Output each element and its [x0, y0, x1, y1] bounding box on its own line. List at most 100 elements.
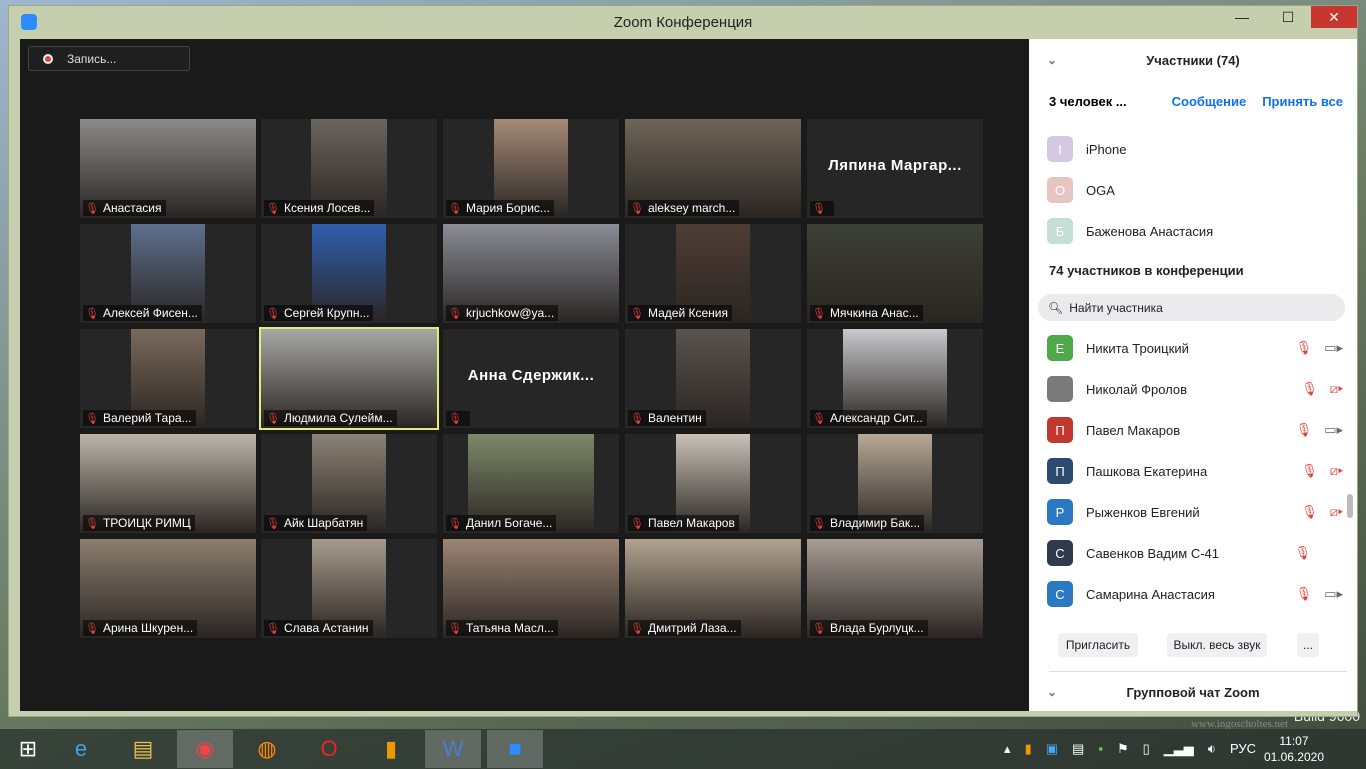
mic-muted-icon[interactable]: 🎙︎: [1301, 504, 1318, 520]
mic-muted-icon: 🎙︎: [630, 622, 644, 635]
chat-title[interactable]: Групповой чат Zoom: [1126, 685, 1259, 700]
participant-row[interactable]: Николай Фролов 🎙︎ ⧄▸: [1047, 375, 1343, 403]
video-tile[interactable]: 🎙︎ Слава Астанин: [261, 539, 437, 638]
volume-icon[interactable]: 🔉︎: [1208, 741, 1216, 757]
video-tile[interactable]: 🎙︎ aleksey march...: [625, 119, 801, 218]
more-button[interactable]: ...: [1297, 633, 1319, 657]
tile-name-label: 🎙︎ Валерий Тара...: [83, 410, 196, 426]
language-indicator[interactable]: РУС: [1230, 741, 1256, 757]
tray-translate-icon[interactable]: ▣: [1046, 741, 1058, 757]
participant-row[interactable]: П Павел Макаров 🎙︎ ▭▸: [1047, 416, 1343, 444]
avatar: Р: [1047, 499, 1073, 525]
mute-all-button[interactable]: Выкл. весь звук: [1167, 633, 1267, 657]
mic-muted-icon[interactable]: 🎙︎: [1294, 545, 1311, 561]
tile-name-label: 🎙︎ Арина Шкурен...: [83, 620, 198, 636]
zoom-taskbar-icon[interactable]: ■: [487, 730, 543, 768]
video-tile[interactable]: 🎙︎ Данил Богаче...: [443, 434, 619, 533]
admit-all-link[interactable]: Принять все: [1262, 94, 1343, 109]
participant-name: Мячкина Анас...: [829, 306, 919, 320]
signal-icon[interactable]: ▁▃▅: [1164, 741, 1194, 757]
video-tile[interactable]: 🎙︎ Павел Макаров: [625, 434, 801, 533]
video-off-icon[interactable]: ⧄▸: [1330, 381, 1343, 397]
start-button[interactable]: ⊞: [0, 730, 56, 768]
mic-muted-icon[interactable]: 🎙︎: [1296, 422, 1313, 438]
video-tile[interactable]: Ляпина Маргар... 🎙︎: [807, 119, 983, 218]
participant-name: Айк Шарбатян: [283, 516, 364, 530]
video-tile[interactable]: 🎙︎ Дмитрий Лаза...: [625, 539, 801, 638]
video-tile[interactable]: 🎙︎ Ксения Лосев...: [261, 119, 437, 218]
video-tile[interactable]: 🎙︎ krjuchkow@ya...: [443, 224, 619, 323]
video-tile[interactable]: 🎙︎ Александр Сит...: [807, 329, 983, 428]
mic-muted-icon[interactable]: 🎙︎: [1296, 586, 1313, 602]
participant-row[interactable]: С Савенков Вадим С-41 🎙︎: [1047, 539, 1343, 567]
video-on-icon[interactable]: ▭▸: [1324, 340, 1343, 356]
message-link[interactable]: Сообщение: [1172, 94, 1247, 109]
ie-icon[interactable]: e: [53, 730, 109, 768]
participant-name: Александр Сит...: [829, 411, 923, 425]
tile-name-label: 🎙︎ Ксения Лосев...: [264, 200, 375, 216]
waiting-participant[interactable]: IiPhone: [1047, 135, 1343, 163]
video-tile[interactable]: 🎙︎ Мадей Ксения: [625, 224, 801, 323]
avatar: П: [1047, 458, 1073, 484]
video-tile[interactable]: 🎙︎ Мария Борис...: [443, 119, 619, 218]
waiting-participant[interactable]: O OGA: [1047, 176, 1343, 204]
participant-name: Мадей Ксения: [647, 306, 728, 320]
recording-indicator[interactable]: Запись...: [28, 46, 190, 71]
mic-muted-icon[interactable]: 🎙︎: [1301, 381, 1318, 397]
video-tile[interactable]: 🎙︎ Анастасия: [80, 119, 256, 218]
tile-name-label: 🎙︎ Сергей Крупн...: [264, 305, 374, 321]
nvidia-icon[interactable]: ▪: [1098, 741, 1103, 757]
video-off-icon[interactable]: ⧄▸: [1330, 504, 1343, 520]
video-tile[interactable]: 🎙︎ Алексей Фисен...: [80, 224, 256, 323]
participant-name: Николай Фролов: [1086, 381, 1188, 397]
close-button[interactable]: ✕: [1311, 6, 1357, 28]
opera-icon[interactable]: O: [301, 730, 357, 768]
tray-app-icon[interactable]: ▮: [1025, 741, 1032, 757]
video-tile[interactable]: 🎙︎ Владимир Бак...: [807, 434, 983, 533]
title-bar[interactable]: Zoom Конференция — ☐ ✕: [9, 6, 1357, 38]
tray-grid-icon[interactable]: ▤: [1072, 741, 1084, 757]
mic-muted-icon[interactable]: 🎙︎: [1296, 340, 1313, 356]
participant-row[interactable]: С Самарина Анастасия 🎙︎ ▭▸: [1047, 580, 1343, 608]
video-on-icon[interactable]: ▭▸: [1324, 422, 1343, 438]
video-tile[interactable]: 🎙︎ Айк Шарбатян: [261, 434, 437, 533]
participant-row[interactable]: E Никита Троицкий 🎙︎ ▭▸: [1047, 334, 1343, 362]
video-tile[interactable]: 🎙︎ Валентин: [625, 329, 801, 428]
battery-icon[interactable]: ▯: [1143, 741, 1150, 757]
video-tile[interactable]: 🎙︎ ТРОИЦК РИМЦ: [80, 434, 256, 533]
chat-chevron-icon[interactable]: ⌄: [1047, 685, 1057, 699]
collapse-chevron-icon[interactable]: ⌄: [1047, 53, 1057, 67]
mic-muted-icon: 🎙︎: [448, 517, 462, 530]
notes-app-icon[interactable]: ▮: [363, 730, 419, 768]
chrome-icon[interactable]: ◉: [177, 730, 233, 768]
minimize-button[interactable]: —: [1219, 6, 1265, 28]
search-input[interactable]: 🔍︎ Найти участника: [1038, 294, 1345, 321]
video-tile[interactable]: 🎙︎ Валерий Тара...: [80, 329, 256, 428]
mic-muted-icon[interactable]: 🎙︎: [1301, 463, 1318, 479]
tile-name-label: 🎙︎ Людмила Сулейм...: [264, 410, 397, 426]
video-tile[interactable]: 🎙︎ Сергей Крупн...: [261, 224, 437, 323]
invite-button[interactable]: Пригласить: [1058, 633, 1138, 657]
video-on-icon[interactable]: ▭▸: [1324, 586, 1343, 602]
video-tile[interactable]: 🎙︎ Арина Шкурен...: [80, 539, 256, 638]
show-hidden-icons[interactable]: ▴: [1004, 741, 1011, 757]
participant-row[interactable]: П Пашкова Екатерина 🎙︎ ⧄▸: [1047, 457, 1343, 485]
explorer-icon[interactable]: ▤: [115, 730, 171, 768]
waiting-participant[interactable]: Б Баженова Анастасия: [1047, 217, 1343, 245]
video-tile[interactable]: Анна Сдержик... 🎙︎: [443, 329, 619, 428]
video-tile[interactable]: 🎙︎ Мячкина Анас...: [807, 224, 983, 323]
tile-name-label: 🎙︎ Дмитрий Лаза...: [628, 620, 741, 636]
tile-name-label: 🎙︎ Александр Сит...: [810, 410, 927, 426]
word-icon[interactable]: W: [425, 730, 481, 768]
maximize-button[interactable]: ☐: [1265, 6, 1311, 28]
video-tile[interactable]: 🎙︎ Влада Бурлуцк...: [807, 539, 983, 638]
clock[interactable]: 11:07 01.06.2020: [1264, 733, 1324, 765]
video-off-icon[interactable]: ⧄▸: [1330, 463, 1343, 479]
flag-icon[interactable]: ⚑: [1117, 741, 1129, 757]
video-tile[interactable]: 🎙︎ Людмила Сулейм...: [259, 327, 439, 430]
participant-row[interactable]: Р Рыженков Евгений 🎙︎ ⧄▸: [1047, 498, 1343, 526]
video-tile[interactable]: 🎙︎ Татьяна Масл...: [443, 539, 619, 638]
firefox-icon[interactable]: ◍: [239, 730, 295, 768]
scrollbar[interactable]: [1347, 494, 1353, 518]
participant-name: Павел Макаров: [647, 516, 735, 530]
